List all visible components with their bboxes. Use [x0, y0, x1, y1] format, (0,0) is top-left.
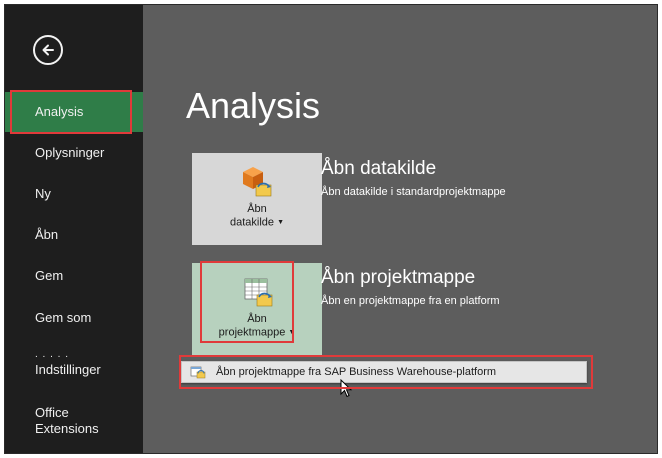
- sidebar-item-oplysninger[interactable]: Oplysninger: [5, 133, 143, 173]
- sidebar-item-label: Indstillinger: [35, 362, 101, 377]
- open-workbook-label-line2: projektmappe: [218, 326, 286, 339]
- sidebar-item-gem-som[interactable]: Gem som: [5, 298, 143, 338]
- open-workbook-description: Åbn en projektmappe fra en platform: [321, 295, 500, 307]
- backstage-window: Analysis Oplysninger Ny Åbn Gem Gem som …: [4, 4, 658, 454]
- sidebar-item-gem[interactable]: Gem: [5, 256, 143, 296]
- sidebar-item-label: Oplysninger: [35, 145, 105, 160]
- backstage-content: Analysis Åbn datakilde ▼ Åbn datakilde Å…: [143, 5, 657, 453]
- datasource-cube-icon: [243, 167, 272, 197]
- sidebar-item-ny[interactable]: Ny: [5, 174, 143, 214]
- page-title: Analysis: [186, 85, 321, 126]
- open-datasource-heading: Åbn datakilde: [321, 158, 437, 179]
- open-workbook-heading: Åbn projektmappe: [321, 267, 476, 288]
- sidebar-item-office-extensions[interactable]: Office Extensions: [5, 400, 143, 442]
- sidebar-item-label: Gem som: [35, 310, 92, 325]
- open-datasource-button[interactable]: Åbn datakilde ▼: [192, 153, 322, 245]
- sidebar-item-indstillinger[interactable]: Indstillinger: [5, 350, 143, 390]
- sidebar-item-abn[interactable]: Åbn: [5, 215, 143, 255]
- sidebar-item-label: Åbn: [35, 227, 59, 242]
- sidebar-item-label: Analysis: [35, 104, 84, 119]
- sidebar-item-label: Ny: [35, 186, 51, 201]
- backstage-sidebar: Analysis Oplysninger Ny Åbn Gem Gem som …: [5, 5, 143, 453]
- dropdown-menu-item-label: Åbn projektmappe fra SAP Business Wareho…: [216, 366, 497, 378]
- open-workbook-label-line1: Åbn: [247, 313, 267, 325]
- open-workbook-label: Åbn projektmappe ▼: [219, 313, 296, 339]
- sidebar-item-label: Gem: [35, 268, 64, 283]
- sidebar-item-analysis[interactable]: Analysis: [5, 92, 143, 132]
- dropdown-caret-icon: ▼: [288, 329, 296, 336]
- open-datasource-label: Åbn datakilde ▼: [230, 203, 284, 229]
- open-datasource-label-line2: datakilde: [229, 216, 275, 229]
- dropdown-menu-item-sap-bw[interactable]: Åbn projektmappe fra SAP Business Wareho…: [181, 361, 587, 383]
- open-datasource-label-line1: Åbn: [247, 203, 267, 215]
- dropdown-caret-icon: ▼: [277, 219, 285, 226]
- sap-bw-icon: [190, 365, 206, 379]
- open-workbook-button[interactable]: Åbn projektmappe ▼: [192, 263, 322, 355]
- back-button[interactable]: [33, 35, 63, 65]
- workbook-grid-icon: [244, 278, 273, 307]
- open-datasource-description: Åbn datakilde i standardprojektmappe: [321, 186, 506, 198]
- mouse-pointer-icon: [340, 379, 353, 398]
- back-arrow-icon: [42, 44, 54, 56]
- sidebar-item-label: Office Extensions: [35, 405, 99, 436]
